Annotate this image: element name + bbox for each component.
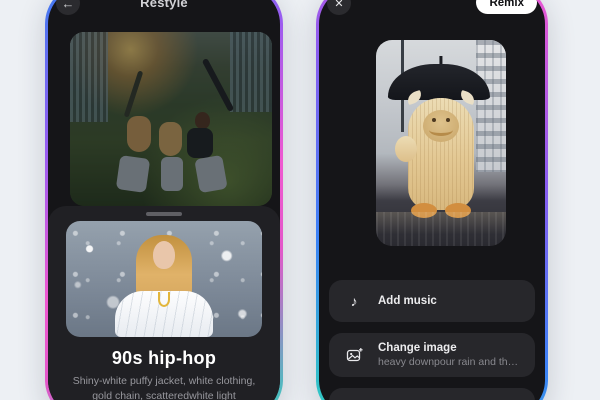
change-image-button[interactable]: Change image heavy downpour rain and the… xyxy=(329,333,535,377)
person-legs xyxy=(116,155,151,194)
person-arm xyxy=(202,58,235,113)
model-face xyxy=(153,241,175,269)
person-body xyxy=(187,127,214,158)
building-right xyxy=(229,32,272,113)
left-phone-frame: ← Restyle 90s hip-hop Shiny-white puffy … xyxy=(45,0,283,400)
add-music-button[interactable]: ♪ Add music xyxy=(329,280,535,322)
change-animation-button[interactable]: Change animation xyxy=(329,388,535,400)
page-title: Restyle xyxy=(140,0,188,10)
source-photo-preview xyxy=(70,32,272,206)
building-left xyxy=(70,32,109,123)
image-add-icon xyxy=(345,347,363,364)
monster-eye xyxy=(446,118,450,122)
person-legs xyxy=(160,157,183,192)
monster-eye xyxy=(432,118,436,122)
action-label: Add music xyxy=(378,295,437,307)
style-bottom-sheet: 90s hip-hop Shiny-white puffy jacket, wh… xyxy=(48,206,280,400)
close-button[interactable]: ✕ xyxy=(327,0,351,15)
monster-face xyxy=(423,110,459,142)
person-arm xyxy=(123,70,143,118)
person-head xyxy=(158,122,182,157)
street-building xyxy=(476,40,506,172)
sheet-drag-handle[interactable] xyxy=(146,212,182,216)
right-phone-frame: ✕ Remix ♪ Add music Change image heavy d… xyxy=(316,0,548,400)
style-title: 90s hip-hop xyxy=(111,348,217,368)
generated-video-preview xyxy=(376,40,506,246)
model-gold-chain xyxy=(158,292,170,307)
person-head xyxy=(195,112,211,130)
close-icon: ✕ xyxy=(334,0,344,10)
action-subtitle: heavy downpour rain and the furry monst… xyxy=(378,356,519,368)
person-legs xyxy=(194,155,228,194)
remix-button[interactable]: Remix xyxy=(476,0,537,14)
right-phone-screen: ✕ Remix ♪ Add music Change image heavy d… xyxy=(319,0,545,400)
person-head xyxy=(126,115,151,152)
left-phone-screen: ← Restyle 90s hip-hop Shiny-white puffy … xyxy=(48,0,280,400)
style-description: Shiny-white puffy jacket, white clothing… xyxy=(72,375,256,400)
music-note-icon: ♪ xyxy=(350,293,358,309)
monster-paw xyxy=(395,136,417,162)
action-list: ♪ Add music Change image heavy downpour … xyxy=(329,280,535,400)
action-label: Change image xyxy=(378,342,457,354)
style-preview-card[interactable] xyxy=(66,221,262,337)
monster-smile xyxy=(429,124,453,136)
wet-street-reflection xyxy=(376,212,506,246)
